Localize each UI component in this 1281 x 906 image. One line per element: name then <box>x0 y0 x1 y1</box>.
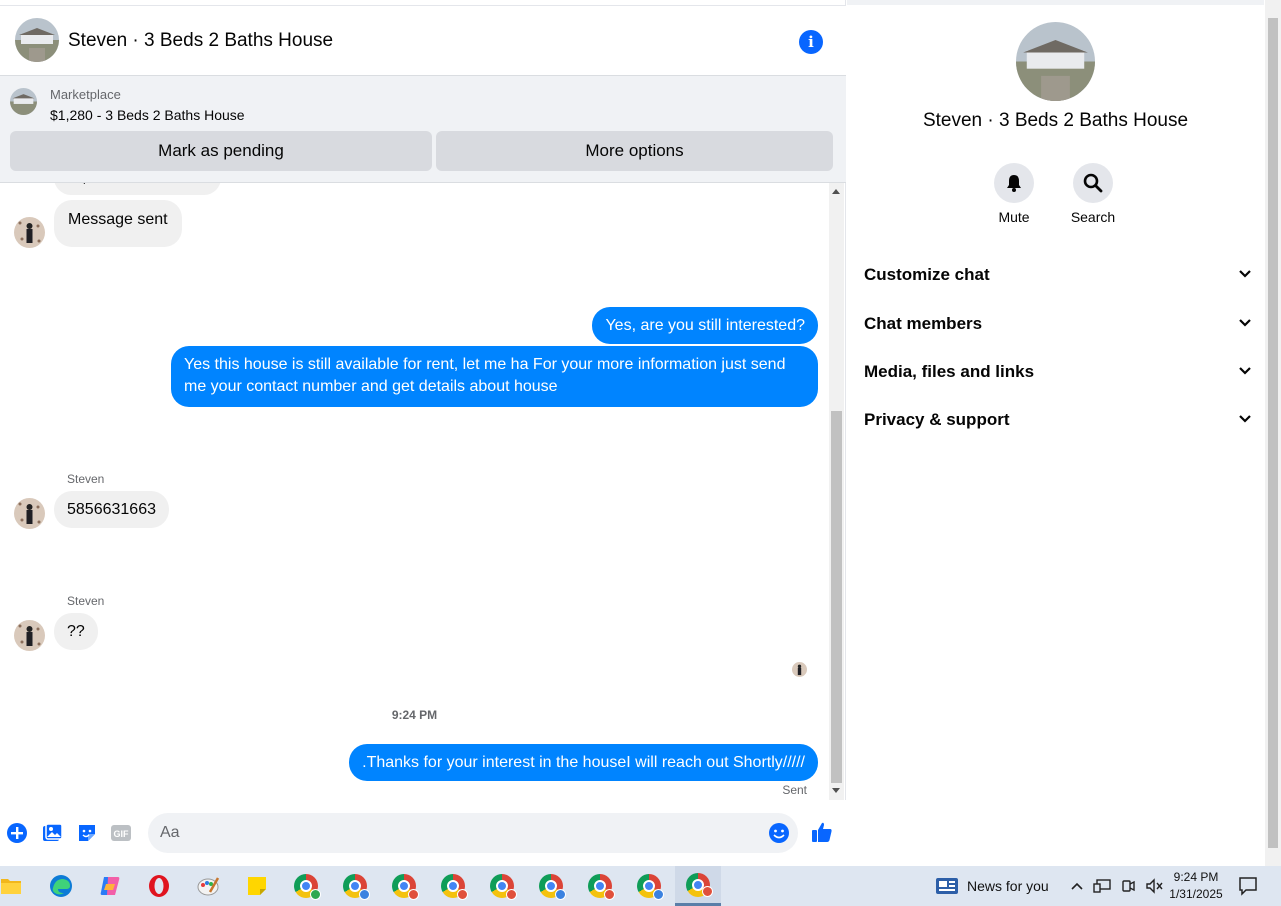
like-icon[interactable] <box>810 820 834 844</box>
outgoing-message[interactable]: .Thanks for your interest in the houseI … <box>349 744 818 781</box>
marketplace-bar: Marketplace $1,280 - 3 Beds 2 Baths Hous… <box>0 76 846 183</box>
message-list: Hi, is this available? Message sent Yes,… <box>0 183 829 800</box>
mark-as-pending-button[interactable]: Mark as pending <box>10 131 432 171</box>
paint-icon[interactable] <box>185 866 231 906</box>
outgoing-message[interactable]: Yes, are you still interested? <box>592 307 818 344</box>
message-input[interactable] <box>160 813 760 853</box>
chrome-icon[interactable] <box>528 866 574 906</box>
section-media-files-links[interactable]: Media, files and links <box>864 352 1252 392</box>
message-input-box[interactable] <box>148 813 798 853</box>
chat-header: Steven · 3 Beds 2 Baths House i <box>0 5 846 76</box>
more-options-button[interactable]: More options <box>436 131 833 171</box>
mute-button[interactable]: Mute <box>979 163 1049 225</box>
listing-avatar[interactable] <box>15 18 59 62</box>
opera-icon[interactable] <box>136 866 182 906</box>
page-scrollbar[interactable] <box>1265 0 1281 866</box>
section-label: Media, files and links <box>864 362 1035 381</box>
details-title: Steven · 3 Beds 2 Baths House <box>922 110 1189 131</box>
scroll-down-arrow[interactable] <box>832 788 840 793</box>
gif-label: GIF <box>114 829 130 839</box>
sticker-icon[interactable] <box>76 822 98 844</box>
seen-receipt-avatar <box>792 662 807 677</box>
file-explorer-icon[interactable] <box>0 866 34 906</box>
sender-name: Steven <box>67 594 105 608</box>
news-widget[interactable]: News for you <box>935 866 1049 906</box>
chevron-up-icon[interactable] <box>1070 881 1084 891</box>
mute-label: Mute <box>998 209 1030 225</box>
chevron-down-icon <box>1239 367 1251 375</box>
chat-title[interactable]: Steven · 3 Beds 2 Baths House <box>68 30 333 52</box>
messenger-window: Steven · 3 Beds 2 Baths House i Marketpl… <box>0 0 1281 866</box>
plus-icon[interactable] <box>6 822 28 844</box>
section-label: Customize chat <box>864 265 990 284</box>
message-scrollbar[interactable] <box>829 183 844 800</box>
meet-icon[interactable] <box>1120 878 1136 894</box>
chrome-icon[interactable] <box>577 866 623 906</box>
taskbar: News for you 9:24 PM 1/31/2025 <box>0 866 1281 906</box>
avatar[interactable] <box>14 217 45 248</box>
chrome-icon[interactable] <box>381 866 427 906</box>
message-sent-notice: Message sent <box>54 200 182 247</box>
sticky-notes-icon[interactable] <box>234 866 280 906</box>
chevron-down-icon <box>1239 319 1251 327</box>
chrome-icon[interactable] <box>479 866 525 906</box>
scroll-up-arrow[interactable] <box>832 189 840 194</box>
avatar[interactable] <box>14 498 45 529</box>
listing-title[interactable]: $1,280 - 3 Beds 2 Baths House <box>50 107 245 123</box>
search-label: Search <box>1070 209 1116 225</box>
chrome-icon[interactable] <box>626 866 672 906</box>
edge-icon[interactable] <box>38 866 84 906</box>
photo-icon[interactable] <box>41 822 63 844</box>
section-customize-chat[interactable]: Customize chat <box>864 255 1252 295</box>
marketplace-label: Marketplace <box>50 87 121 102</box>
section-privacy-support[interactable]: Privacy & support <box>864 400 1252 440</box>
avatar[interactable] <box>14 620 45 651</box>
info-icon[interactable]: i <box>799 30 823 54</box>
listing-thumbnail[interactable] <box>10 88 37 115</box>
section-label: Chat members <box>864 314 983 333</box>
search-button[interactable]: Search <box>1058 163 1128 225</box>
network-icon[interactable] <box>1093 878 1111 894</box>
composer: GIF <box>0 800 846 866</box>
timestamp: 9:24 PM <box>391 708 438 722</box>
bell-icon[interactable] <box>994 163 1034 203</box>
message-bubble-partial: Hi, is this available? <box>54 183 222 195</box>
message-status: Sent <box>782 783 807 797</box>
chrome-icon[interactable] <box>675 866 721 906</box>
chrome-icon[interactable] <box>430 866 476 906</box>
page-scroll-thumb[interactable] <box>1268 18 1278 848</box>
chrome-icon[interactable] <box>332 866 378 906</box>
gif-icon[interactable]: GIF <box>110 822 132 844</box>
chevron-down-icon <box>1239 270 1251 278</box>
copilot-icon[interactable] <box>87 866 133 906</box>
system-clock[interactable]: 9:24 PM 1/31/2025 <box>1160 869 1232 903</box>
scroll-thumb[interactable] <box>831 411 842 783</box>
outgoing-message[interactable]: Yes this house is still available for re… <box>171 346 818 407</box>
news-icon <box>936 878 958 894</box>
search-icon[interactable] <box>1073 163 1113 203</box>
chevron-down-icon <box>1239 415 1251 423</box>
incoming-message[interactable]: ?? <box>54 613 98 650</box>
clock-date: 1/31/2025 <box>1169 887 1223 901</box>
chat-pane: Steven · 3 Beds 2 Baths House i Marketpl… <box>0 0 846 866</box>
incoming-message[interactable]: 5856631663 <box>54 491 169 528</box>
emoji-icon[interactable] <box>768 822 790 844</box>
system-tray <box>1070 866 1163 906</box>
section-chat-members[interactable]: Chat members <box>864 304 1252 344</box>
chrome-icon[interactable] <box>283 866 329 906</box>
section-label: Privacy & support <box>864 410 1010 429</box>
notification-icon[interactable] <box>1238 876 1258 896</box>
sender-name: Steven <box>67 472 105 486</box>
clock-time: 9:24 PM <box>1173 870 1219 884</box>
listing-avatar-large[interactable] <box>1016 22 1095 101</box>
details-pane: Steven · 3 Beds 2 Baths House Mute Searc… <box>847 0 1264 866</box>
news-label: News for you <box>967 878 1049 894</box>
